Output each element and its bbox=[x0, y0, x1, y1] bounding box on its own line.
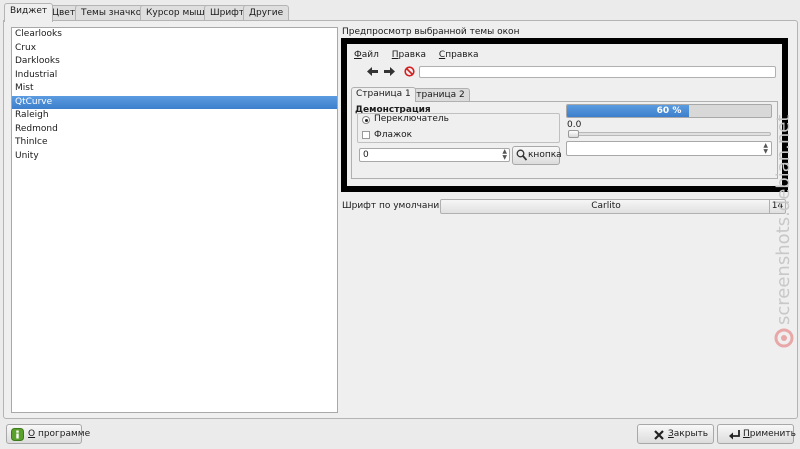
return-arrow-icon bbox=[729, 429, 740, 447]
list-item[interactable]: ThinIce bbox=[12, 136, 337, 150]
list-item[interactable]: Redmond bbox=[12, 123, 337, 137]
preview-menubar: Файл Правка Справка bbox=[354, 50, 489, 60]
menu-file[interactable]: Файл bbox=[354, 50, 379, 60]
preview-label: Предпросмотр выбранной темы окон bbox=[342, 27, 520, 37]
about-button[interactable]: О программе bbox=[6, 424, 90, 444]
spin-box[interactable]: 0 ▲ ▼ bbox=[359, 148, 510, 162]
arrow-right-icon[interactable] bbox=[384, 67, 395, 79]
checkbox-label: Флажок bbox=[374, 130, 413, 140]
font-name: Carlito bbox=[591, 201, 621, 211]
theme-list[interactable]: Clearlooks Crux Darklooks Industrial Mis… bbox=[11, 27, 338, 413]
preview-window: Файл Правка Справка Страница 1 Страница … bbox=[347, 44, 782, 186]
slider-value: 0.0 bbox=[567, 120, 582, 130]
list-item[interactable]: Industrial bbox=[12, 69, 337, 83]
radio-button[interactable] bbox=[362, 116, 370, 124]
progress-text: 60 % bbox=[656, 106, 682, 116]
list-item[interactable]: Raleigh bbox=[12, 109, 337, 123]
tab-widget[interactable]: Виджет bbox=[4, 3, 54, 22]
spin-value: 0 bbox=[363, 150, 369, 160]
menu-help[interactable]: Справка bbox=[439, 50, 479, 60]
tab-other[interactable]: Другие bbox=[243, 5, 290, 21]
spin-arrows-icon[interactable]: ▲ ▼ bbox=[502, 149, 507, 161]
combo-arrows-icon: ▲ ▼ bbox=[763, 142, 768, 155]
list-item[interactable]: Unity bbox=[12, 150, 337, 164]
slider-handle[interactable] bbox=[568, 130, 579, 138]
list-item[interactable]: Clearlooks bbox=[12, 28, 337, 42]
arrow-left-icon[interactable] bbox=[367, 67, 378, 79]
combo-box[interactable]: ▲ ▼ bbox=[566, 141, 772, 156]
x-icon bbox=[654, 429, 664, 447]
list-item[interactable]: Mist bbox=[12, 82, 337, 96]
search-button-label: кнопка bbox=[528, 150, 562, 160]
url-entry[interactable] bbox=[419, 66, 776, 78]
default-font-label: Шрифт по умолчанию: bbox=[342, 201, 450, 211]
checkbox[interactable] bbox=[362, 131, 370, 139]
menu-edit[interactable]: Правка bbox=[392, 50, 426, 60]
font-picker-button[interactable]: Carlito 14 bbox=[440, 199, 786, 214]
list-item-selected[interactable]: QtCurve bbox=[12, 95, 337, 109]
watermark-text: screenshots.debian.net bbox=[773, 115, 794, 325]
list-item[interactable]: Darklooks bbox=[12, 55, 337, 69]
apply-button[interactable]: Применить bbox=[717, 424, 796, 447]
watermark: screenshots.debian.net bbox=[771, 100, 797, 360]
search-button[interactable]: кнопка bbox=[512, 146, 562, 168]
progress-bar: 60 % bbox=[566, 104, 772, 118]
info-icon bbox=[11, 428, 24, 448]
magnifier-icon bbox=[516, 149, 528, 168]
preview-tab-page1[interactable]: Страница 1 bbox=[351, 87, 416, 102]
radio-label: Переключатель bbox=[374, 114, 449, 124]
close-button[interactable]: Закрыть bbox=[637, 424, 714, 444]
stop-icon[interactable] bbox=[404, 66, 415, 80]
list-item[interactable]: Crux bbox=[12, 42, 337, 56]
slider-track[interactable] bbox=[568, 132, 771, 136]
preview-frame: Файл Правка Справка Страница 1 Страница … bbox=[341, 38, 788, 192]
